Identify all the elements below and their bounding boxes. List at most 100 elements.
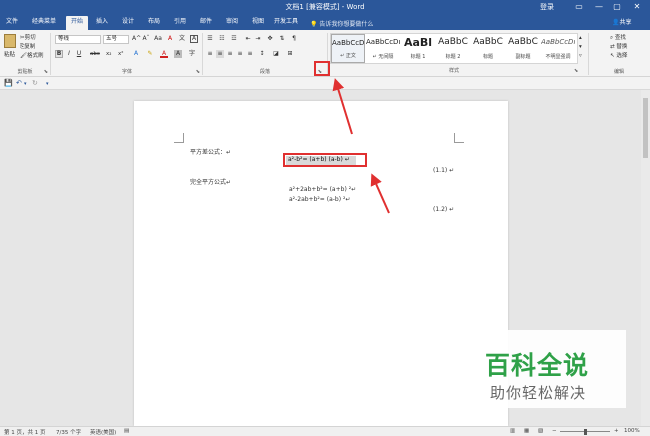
- character-shading-button[interactable]: A: [174, 50, 182, 58]
- style-title[interactable]: AaBbC 标题: [471, 34, 505, 63]
- font-size-select[interactable]: 五号: [103, 35, 129, 44]
- zoom-slider-thumb[interactable]: [584, 429, 587, 435]
- style-heading1[interactable]: AaBl 标题 1: [401, 34, 435, 63]
- tab-mailings[interactable]: 邮件: [196, 16, 216, 30]
- subscript-button[interactable]: x₂: [106, 51, 111, 57]
- cut-button[interactable]: ✂剪切: [20, 33, 36, 41]
- paste-icon[interactable]: [4, 34, 16, 48]
- italic-button[interactable]: I: [65, 50, 73, 58]
- print-layout-icon[interactable]: ▦: [524, 428, 529, 434]
- tab-home[interactable]: 开始: [66, 16, 88, 30]
- strikethrough-button[interactable]: abc: [90, 51, 100, 57]
- shrink-font-button[interactable]: Aˇ: [142, 35, 150, 43]
- borders-icon[interactable]: ⊞: [286, 50, 294, 58]
- style-subtitle[interactable]: AaBbC 副标题: [506, 34, 540, 63]
- read-mode-icon[interactable]: ▥: [510, 428, 515, 434]
- redo-icon[interactable]: ↻: [32, 79, 38, 87]
- grow-font-button[interactable]: A^: [132, 35, 141, 43]
- find-button[interactable]: ⌕ 查找: [610, 33, 626, 42]
- sort-icon[interactable]: ⇅: [278, 35, 286, 43]
- restore-button[interactable]: ▢: [610, 1, 624, 12]
- equation-square-diff[interactable]: a²-2ab+b²= (a-b) ²↵: [289, 196, 350, 203]
- macro-record-icon[interactable]: ▤: [124, 428, 129, 434]
- tab-insert[interactable]: 插入: [92, 16, 112, 30]
- language-indicator[interactable]: 英语(美国): [90, 428, 116, 436]
- shading-icon[interactable]: ◪: [272, 50, 280, 58]
- web-layout-icon[interactable]: ▧: [538, 428, 543, 434]
- superscript-button[interactable]: x²: [118, 51, 123, 57]
- format-painter-button[interactable]: 🖌格式刷: [20, 51, 44, 59]
- tab-classic-menu[interactable]: 经典菜单: [30, 16, 58, 30]
- tell-me-box[interactable]: 💡 告诉我你想要做什么: [310, 19, 373, 28]
- multilevel-list-icon[interactable]: ☲: [230, 35, 238, 43]
- tab-references[interactable]: 引用: [170, 16, 190, 30]
- increase-indent-icon[interactable]: ⇥: [254, 35, 262, 43]
- margin-corner-mark: [174, 133, 184, 143]
- align-left-icon[interactable]: ≡: [206, 50, 214, 58]
- justify-icon[interactable]: ≡: [236, 50, 244, 58]
- font-color-button[interactable]: A: [160, 50, 168, 58]
- show-marks-icon[interactable]: ¶: [290, 35, 298, 43]
- styles-more-icon[interactable]: ▿: [579, 53, 582, 59]
- equation-square-sum[interactable]: a²+2ab+b²= (a+b) ²↵: [289, 186, 356, 193]
- scroll-thumb[interactable]: [643, 98, 648, 158]
- customize-qat-icon[interactable]: ▾: [46, 81, 49, 87]
- align-right-icon[interactable]: ≡: [226, 50, 234, 58]
- copy-button[interactable]: ⎘复制: [20, 42, 35, 51]
- tab-layout[interactable]: 布局: [144, 16, 164, 30]
- style-subtle-emphasis[interactable]: AaBbCcDı 不明显强调: [541, 34, 575, 63]
- distributed-icon[interactable]: ≡: [246, 50, 254, 58]
- styles-scroll-up-icon[interactable]: ▴: [579, 35, 582, 41]
- replace-button[interactable]: ⇄ 替换: [610, 42, 627, 50]
- zoom-level[interactable]: 100%: [624, 428, 640, 434]
- share-button[interactable]: 👤共享: [612, 17, 632, 26]
- tab-view[interactable]: 视图: [248, 16, 268, 30]
- tab-design[interactable]: 设计: [118, 16, 138, 30]
- undo-dropdown-icon[interactable]: ▾: [24, 81, 27, 87]
- close-button[interactable]: ✕: [630, 1, 644, 12]
- styles-launcher-icon[interactable]: ⬊: [574, 68, 578, 74]
- numbering-icon[interactable]: ☷: [218, 35, 226, 43]
- equation-number-1[interactable]: (1.1) ↵: [433, 167, 454, 174]
- bold-button[interactable]: B: [55, 50, 63, 58]
- save-icon[interactable]: 💾: [4, 79, 13, 87]
- zoom-in-icon[interactable]: +: [614, 428, 619, 434]
- enclose-characters-button[interactable]: 字: [188, 50, 196, 58]
- paragraph-launcher-icon[interactable]: ⬊: [318, 69, 322, 75]
- tab-file[interactable]: 文件: [2, 16, 22, 30]
- line-spacing-icon[interactable]: ↕: [258, 50, 266, 58]
- styles-scroll-down-icon[interactable]: ▾: [579, 44, 582, 50]
- highlight-button[interactable]: ✎: [146, 50, 154, 58]
- page-count[interactable]: 第 1 页，共 1 页: [4, 428, 46, 436]
- vertical-scrollbar[interactable]: [641, 90, 650, 426]
- decrease-indent-icon[interactable]: ⇤: [244, 35, 252, 43]
- font-name-select[interactable]: 等线: [55, 35, 101, 44]
- equation-number-2[interactable]: (1.2) ↵: [433, 206, 454, 213]
- ribbon-display-options-icon[interactable]: ▭: [572, 1, 586, 12]
- bullets-icon[interactable]: ☰: [206, 35, 214, 43]
- doc-line-perfect-square[interactable]: 完全平方公式↵: [190, 177, 231, 186]
- style-normal[interactable]: AaBbCcDı ↵ 正文: [331, 34, 365, 63]
- zoom-out-icon[interactable]: −: [552, 428, 557, 434]
- style-no-spacing[interactable]: AaBbCcDı ↵ 无间隔: [366, 34, 400, 63]
- paste-label[interactable]: 粘贴: [4, 50, 15, 58]
- align-center-icon[interactable]: ≡: [216, 50, 224, 58]
- change-case-button[interactable]: Aa: [154, 35, 162, 43]
- underline-button[interactable]: U: [75, 50, 83, 58]
- font-launcher-icon[interactable]: ⬊: [196, 69, 200, 75]
- login-link[interactable]: 登录: [540, 2, 554, 12]
- undo-icon[interactable]: ↶: [16, 79, 22, 87]
- style-heading2[interactable]: AaBbC 标题 2: [436, 34, 470, 63]
- select-button[interactable]: ↖ 选择: [610, 51, 627, 59]
- chinese-layout-icon[interactable]: ✥: [266, 35, 274, 43]
- text-effects-button[interactable]: A: [132, 50, 140, 58]
- phonetic-guide-button[interactable]: 文: [178, 35, 186, 43]
- word-count[interactable]: 7/35 个字: [56, 428, 81, 436]
- clipboard-launcher-icon[interactable]: ⬊: [44, 69, 48, 75]
- tab-review[interactable]: 审阅: [222, 16, 242, 30]
- doc-line-difference-of-squares[interactable]: 平方差公式：↵: [190, 147, 231, 156]
- tab-developer[interactable]: 开发工具: [272, 16, 300, 30]
- minimize-button[interactable]: —: [592, 1, 606, 12]
- clear-format-button[interactable]: A: [166, 35, 174, 43]
- character-border-button[interactable]: A: [190, 35, 198, 43]
